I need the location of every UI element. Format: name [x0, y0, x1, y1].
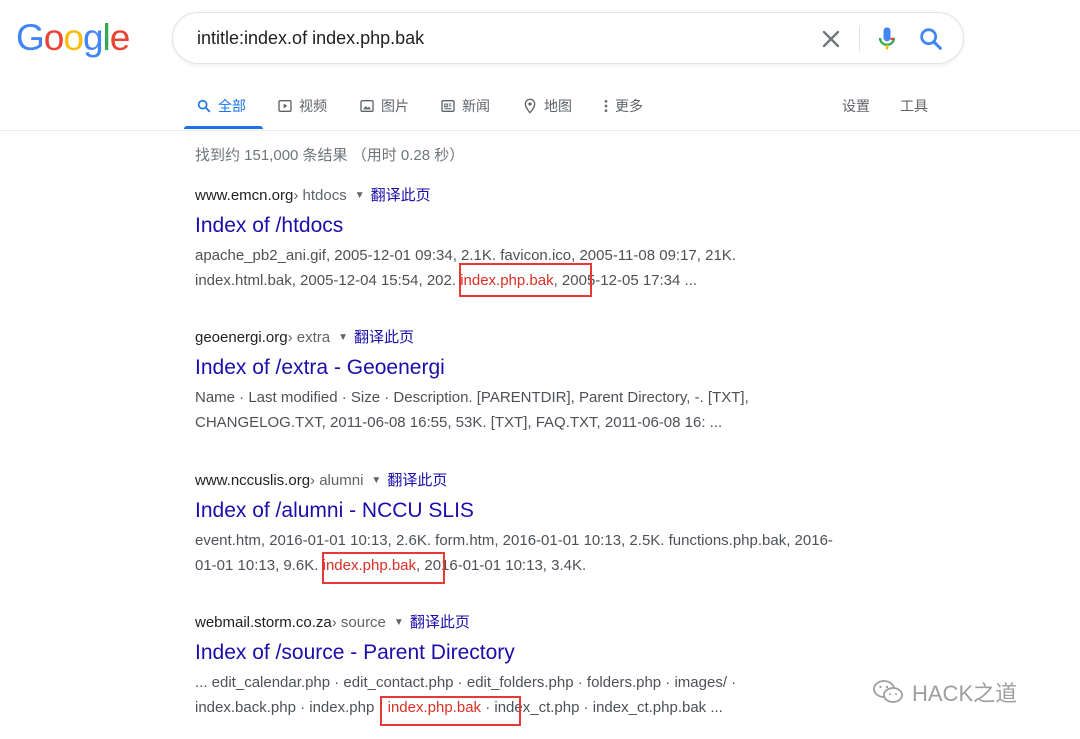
result-domain: geoenergi.org	[195, 329, 288, 346]
snippet-text: Name · Last modified · Size · Descriptio…	[195, 389, 749, 406]
logo-letter: e	[109, 17, 131, 58]
news-icon	[441, 100, 455, 112]
snippet-text: 01-01 10:13, 9.6K.	[195, 557, 323, 574]
tab-all[interactable]: 全部	[196, 94, 246, 118]
tab-label: 设置	[842, 98, 870, 114]
result-domain: www.nccuslis.org	[195, 472, 311, 489]
snippet-line: event.htm, 2016-01-01 10:13, 2.6K. form.…	[195, 528, 895, 553]
tab-label: 图片	[381, 98, 409, 114]
logo-letter: G	[16, 17, 45, 58]
result-title[interactable]: Index of /extra - Geoenergi	[195, 354, 895, 382]
image-icon	[360, 100, 374, 112]
snippet-text: ... edit_calendar.php · edit_contact.php…	[195, 674, 737, 691]
watermark-text: HACK之道	[912, 681, 1018, 706]
tab-label: 新闻	[462, 98, 490, 114]
clear-icon[interactable]	[817, 25, 845, 53]
result-title[interactable]: Index of /alumni - NCCU SLIS	[195, 497, 895, 525]
highlight-box	[380, 696, 521, 726]
result-snippet: event.htm, 2016-01-01 10:13, 2.6K. form.…	[195, 528, 895, 578]
tab-label: 更多	[615, 98, 643, 114]
tab-label: 工具	[900, 98, 928, 114]
caret-down-icon[interactable]: ▼	[394, 613, 404, 633]
result-url[interactable]: www.emcn.org › htdocs ▼ 翻译此页	[195, 186, 895, 206]
translate-link[interactable]: 翻译此页	[387, 471, 447, 491]
result-breadcrumb: › htdocs	[293, 187, 347, 204]
search-box	[172, 12, 964, 64]
logo-letter: g	[82, 17, 104, 58]
result-snippet: Name · Last modified · Size · Descriptio…	[195, 385, 895, 435]
logo-letter: o	[43, 17, 65, 58]
search-input[interactable]	[197, 25, 797, 51]
logo-letter: l	[102, 17, 111, 58]
tab-tools[interactable]: 工具	[900, 94, 928, 118]
result-url[interactable]: www.nccuslis.org › alumni ▼ 翻译此页	[195, 471, 895, 491]
microphone-icon[interactable]	[873, 25, 901, 53]
result-breadcrumb: › alumni	[310, 472, 364, 489]
search-icon[interactable]	[917, 25, 945, 53]
snippet-line: CHANGELOG.TXT, 2011-06-08 16:55, 53K. [T…	[195, 410, 895, 435]
tab-images[interactable]: 图片	[359, 94, 409, 118]
snippet-text: index.back.php · index.php ·	[195, 699, 388, 716]
result-stats: 找到约 151,000 条结果 （用时 0.28 秒）	[195, 147, 465, 164]
highlight-box	[322, 552, 445, 584]
result-url[interactable]: geoenergi.org › extra ▼ 翻译此页	[195, 328, 895, 348]
google-logo[interactable]: Google	[16, 14, 131, 62]
snippet-line: Name · Last modified · Size · Descriptio…	[195, 385, 895, 410]
result-domain: webmail.storm.co.za	[195, 614, 332, 631]
caret-down-icon[interactable]: ▼	[371, 471, 381, 491]
snippet-text: CHANGELOG.TXT, 2011-06-08 16:55, 53K. [T…	[195, 414, 723, 431]
result-domain: www.emcn.org	[195, 187, 294, 204]
wechat-icon	[873, 680, 903, 703]
translate-link[interactable]: 翻译此页	[410, 613, 470, 633]
search-result: webmail.storm.co.za › source ▼ 翻译此页 Index o…	[195, 613, 895, 720]
result-breadcrumb: › source	[331, 614, 386, 631]
tab-label: 地图	[544, 98, 572, 114]
translate-link[interactable]: 翻译此页	[371, 186, 431, 206]
logo-letter: o	[63, 17, 84, 58]
snippet-line: ... edit_calendar.php · edit_contact.php…	[195, 670, 895, 695]
tab-videos[interactable]: 视频	[277, 94, 327, 118]
tab-maps[interactable]: 地图	[522, 94, 572, 118]
caret-down-icon[interactable]: ▼	[338, 328, 348, 348]
tab-more[interactable]: 更多	[603, 94, 643, 118]
tab-settings[interactable]: 设置	[842, 94, 870, 118]
search-result: www.nccuslis.org › alumni ▼ 翻译此页 Index of /…	[195, 471, 895, 578]
search-tabs: 全部 视频 图片 新闻 地图 更多 设置 工具	[0, 86, 1080, 131]
result-title[interactable]: Index of /source - Parent Directory	[195, 639, 895, 667]
result-breadcrumb: › extra	[287, 329, 331, 346]
search-divider	[859, 27, 860, 51]
tab-news[interactable]: 新闻	[440, 94, 490, 118]
result-title[interactable]: Index of /htdocs	[195, 212, 895, 240]
tab-label: 视频	[299, 98, 327, 114]
tab-label: 全部	[218, 98, 246, 114]
result-snippet: ... edit_calendar.php · edit_contact.php…	[195, 670, 895, 720]
watermark: HACK之道	[872, 676, 1017, 708]
search-result: geoenergi.org › extra ▼ 翻译此页 Index of /extr…	[195, 328, 895, 435]
snippet-text: index.html.bak, 2005-12-04 15:54, 202.	[195, 272, 461, 289]
snippet-text: apache_pb2_ani.gif, 2005-12-01 09:34, 2.…	[195, 247, 736, 264]
snippet-line: 01-01 10:13, 9.6K. index.php.bak, 2016-0…	[195, 553, 895, 578]
snippet-line: index.back.php · index.php · index.php.b…	[195, 695, 895, 720]
snippet-text: event.htm, 2016-01-01 10:13, 2.6K. form.…	[195, 532, 833, 549]
highlight-box	[459, 263, 592, 297]
search-icon	[197, 99, 211, 113]
translate-link[interactable]: 翻译此页	[354, 328, 414, 348]
play-icon	[278, 100, 292, 112]
map-pin-icon	[524, 98, 536, 114]
active-tab-indicator	[184, 126, 263, 129]
more-dots-icon	[604, 100, 608, 112]
caret-down-icon[interactable]: ▼	[355, 186, 365, 206]
result-url[interactable]: webmail.storm.co.za › source ▼ 翻译此页	[195, 613, 895, 633]
